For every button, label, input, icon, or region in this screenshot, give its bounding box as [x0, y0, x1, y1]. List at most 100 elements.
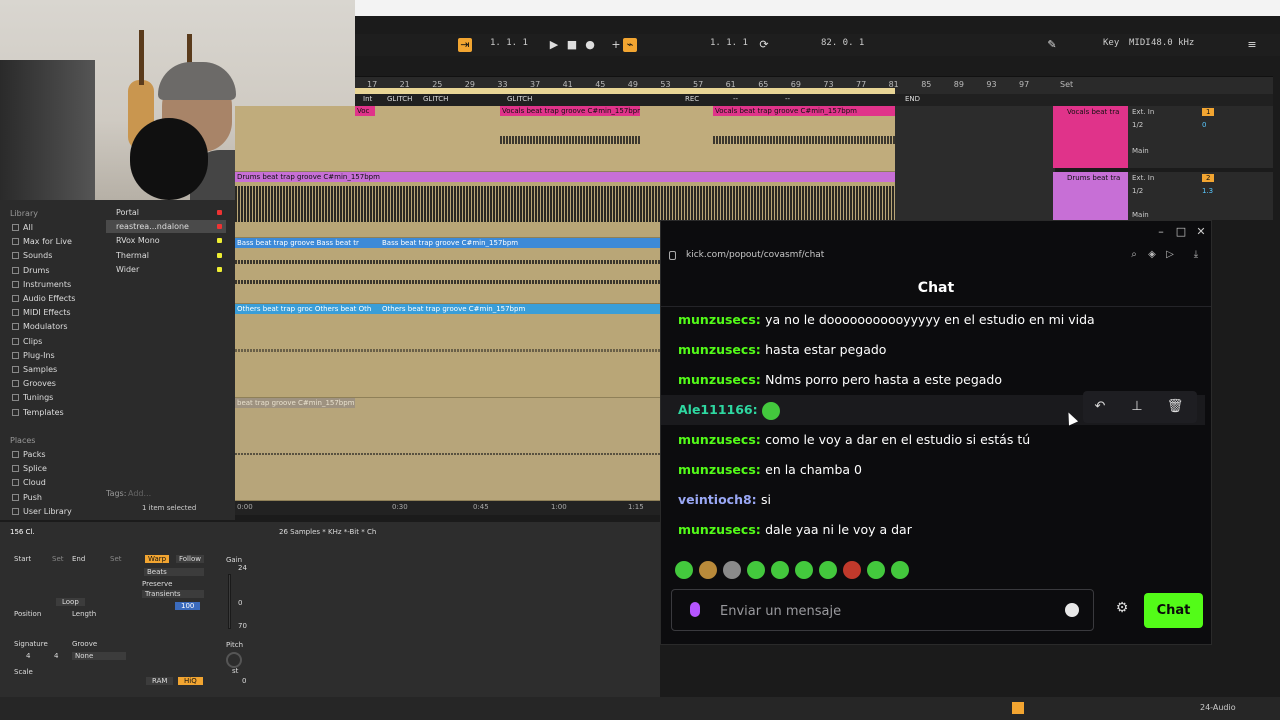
browser-category[interactable]: Sounds: [12, 250, 52, 262]
browser-place[interactable]: Splice: [12, 463, 47, 475]
emote-icon[interactable]: [699, 560, 717, 579]
browser-file[interactable]: Portal: [106, 206, 226, 219]
output-route-drums[interactable]: Main: [1132, 211, 1149, 219]
amount-field[interactable]: 100: [175, 602, 201, 610]
follow-clip-button[interactable]: Follow: [176, 555, 204, 563]
pin-icon[interactable]: ⊥: [1128, 398, 1146, 416]
browser-place[interactable]: Cloud: [12, 477, 46, 489]
emote-icon[interactable]: [747, 560, 765, 579]
chat-username[interactable]: munzusecs: [678, 372, 756, 387]
chat-username[interactable]: munzusecs: [678, 312, 756, 327]
loop-start[interactable]: 1. 1. 1: [710, 38, 748, 48]
browser-category[interactable]: Audio Effects: [12, 293, 75, 305]
locator[interactable]: Int: [363, 95, 372, 103]
clip-vocals[interactable]: Vocals beat trap groove C#min_157bpm: [500, 106, 640, 116]
gain-slider[interactable]: [228, 574, 231, 629]
address-url[interactable]: kick.com/popout/covasmf/chat: [686, 250, 824, 260]
clip-bass[interactable]: Bass beat trap groove Bass beat tr: [235, 238, 380, 248]
clip-bass-2[interactable]: Bass beat trap groove C#min_157bpm: [380, 238, 660, 248]
browser-category[interactable]: MIDI Effects: [12, 307, 71, 319]
emoji-picker-icon[interactable]: [1065, 603, 1079, 617]
pitch-knob[interactable]: [226, 652, 242, 668]
record-button[interactable]: ●: [583, 38, 597, 52]
chat-message[interactable]: munzusecs: como le voy a dar en el estud…: [678, 431, 1030, 449]
chat-message[interactable]: veintioch8: si: [678, 491, 771, 509]
chat-input-box[interactable]: [671, 589, 1094, 631]
close-icon[interactable]: ✕: [1194, 225, 1208, 239]
clip-others[interactable]: Others beat trap groc Others beat Oth: [235, 304, 380, 314]
microphone-icon[interactable]: [690, 602, 700, 617]
preserve-select[interactable]: Transients: [142, 590, 204, 598]
browser-category[interactable]: Plug-Ins: [12, 350, 55, 362]
loop-length[interactable]: 82. 0. 1: [821, 38, 864, 48]
emote-icon[interactable]: [843, 560, 861, 579]
groove-select[interactable]: None: [72, 652, 126, 660]
hiq-button[interactable]: HiQ: [178, 677, 203, 685]
status-indicator[interactable]: [1012, 702, 1024, 714]
chat-message[interactable]: munzusecs: dale yaa ni le voy a dar: [678, 521, 912, 539]
emote-icon[interactable]: [867, 560, 885, 579]
warp-button[interactable]: Warp: [145, 555, 170, 563]
clip-vocals-small[interactable]: Voc: [355, 106, 375, 116]
midi-map-label[interactable]: MIDI: [1129, 38, 1151, 48]
track-number-vocals[interactable]: 1: [1202, 108, 1215, 116]
chat-message[interactable]: munzusecs: hasta estar pegado: [678, 341, 886, 359]
track-volume-drums[interactable]: 1.3: [1202, 187, 1213, 195]
browser-file[interactable]: reastrea...ndalone: [106, 220, 226, 234]
arrangement-position[interactable]: 1. 1. 1: [490, 38, 528, 48]
pitch-value[interactable]: 0: [242, 677, 246, 685]
maximize-icon[interactable]: □: [1174, 225, 1188, 239]
draw-mode-icon[interactable]: ✎: [1045, 38, 1059, 52]
browser-category[interactable]: Templates: [12, 407, 64, 419]
chat-username[interactable]: munzusecs: [678, 432, 756, 447]
emote-icon[interactable]: [891, 560, 909, 579]
browser-category[interactable]: Tunings: [12, 392, 53, 404]
warp-mode-select[interactable]: Beats: [144, 568, 204, 576]
loop-button[interactable]: Loop: [56, 598, 85, 606]
mixer-track-drums[interactable]: Drums beat tra: [1053, 172, 1128, 220]
locator[interactable]: GLITCH: [423, 95, 448, 103]
browser-file[interactable]: RVox Mono: [106, 234, 226, 247]
browser-file[interactable]: Wider: [106, 263, 226, 276]
locator[interactable]: REC: [685, 95, 699, 103]
chat-message-input[interactable]: [720, 600, 1050, 622]
chat-username[interactable]: Ale111166: [678, 402, 753, 417]
locator[interactable]: --: [733, 95, 738, 103]
delete-icon[interactable]: 🗑: [1166, 398, 1184, 416]
browser-file[interactable]: Thermal: [106, 249, 226, 262]
browser-category[interactable]: Max for Live: [12, 236, 72, 248]
clip-beat[interactable]: beat trap groove C#min_157bpm: [235, 398, 355, 408]
chat-message[interactable]: Ale111166:: [678, 401, 780, 420]
end-set-button[interactable]: Set: [110, 555, 122, 563]
locator[interactable]: --: [785, 95, 790, 103]
emote-icon[interactable]: [819, 560, 837, 579]
clip-vocals-2[interactable]: Vocals beat trap groove C#min_157bpm: [713, 106, 895, 116]
browser-category[interactable]: Samples: [12, 364, 57, 376]
shield-icon[interactable]: ◈: [1145, 249, 1159, 260]
track-vocals[interactable]: Voc Vocals beat trap groove C#min_157bpm…: [235, 106, 895, 172]
chat-message[interactable]: munzusecs: Ndms porro pero hasta a este …: [678, 371, 1002, 389]
start-set-button[interactable]: Set: [52, 555, 64, 563]
browser-category[interactable]: Drums: [12, 265, 49, 277]
locator[interactable]: END: [905, 95, 920, 103]
play-icon[interactable]: ▷: [1163, 249, 1177, 260]
send-chat-button[interactable]: Chat: [1144, 593, 1203, 628]
minimize-icon[interactable]: –: [1154, 225, 1168, 239]
key-map-label[interactable]: Key: [1103, 38, 1119, 48]
browser-category[interactable]: All: [12, 222, 33, 234]
stop-button[interactable]: ■: [565, 38, 579, 52]
browser-category[interactable]: Clips: [12, 336, 42, 348]
chat-username[interactable]: veintioch8: [678, 492, 752, 507]
mixer-io-drums[interactable]: Ext. In 1/2 Main 2 1.3: [1128, 172, 1273, 220]
emote-icon[interactable]: [761, 401, 780, 420]
emote-icon[interactable]: [723, 560, 741, 579]
emote-icon[interactable]: [771, 560, 789, 579]
signature-numerator[interactable]: 4: [26, 652, 30, 660]
chat-username[interactable]: munzusecs: [678, 522, 756, 537]
ruler-set-button[interactable]: Set: [1060, 80, 1073, 89]
browser-place[interactable]: Packs: [12, 449, 46, 461]
input-type-drums[interactable]: Ext. In: [1132, 174, 1154, 182]
browser-place[interactable]: Push: [12, 492, 42, 504]
download-icon[interactable]: ⤓: [1189, 249, 1203, 260]
loop-icon[interactable]: ⟳: [757, 38, 771, 52]
